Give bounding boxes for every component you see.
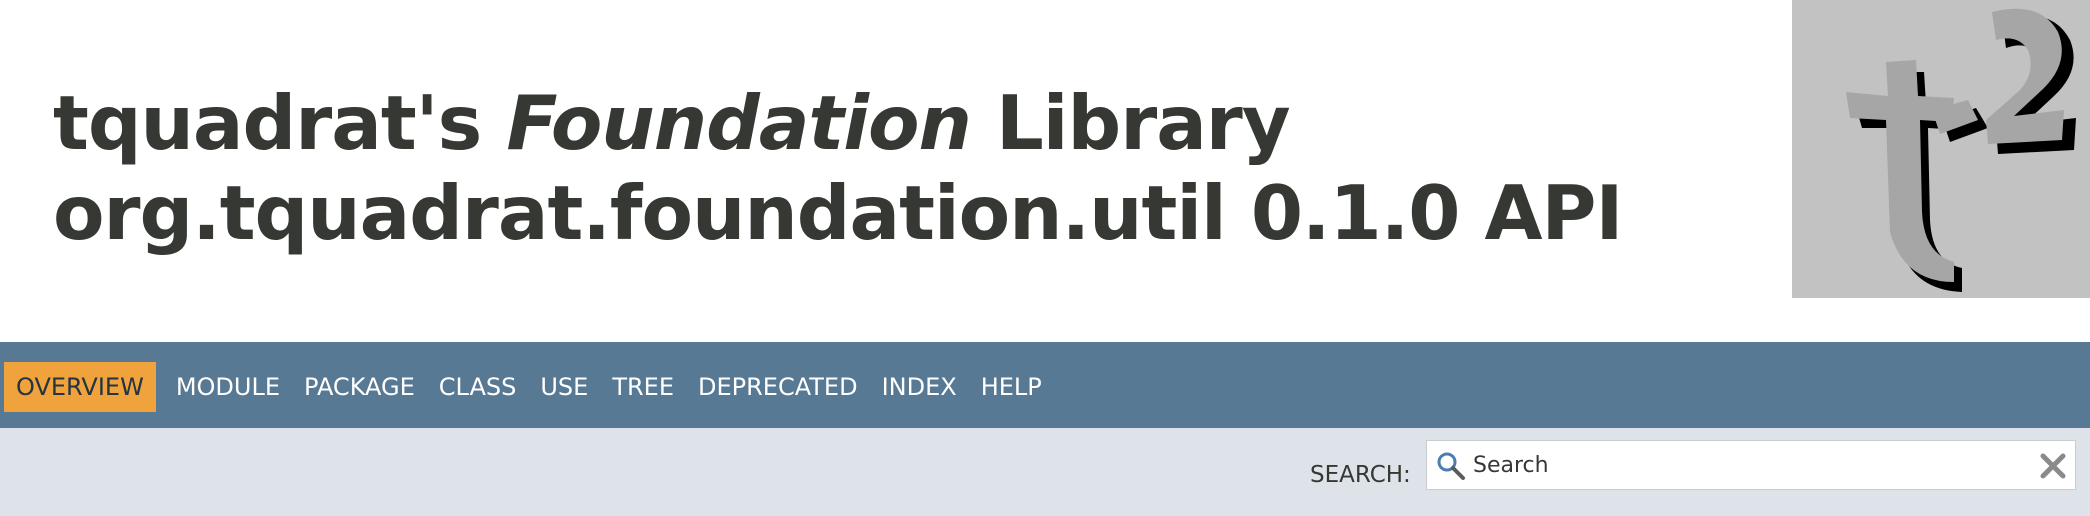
top-navbar: OVERVIEW MODULE PACKAGE CLASS USE TREE D… xyxy=(0,342,2090,428)
nav-link-class[interactable]: CLASS xyxy=(427,362,529,412)
tq-logo-icon xyxy=(1792,0,2090,298)
close-icon[interactable] xyxy=(2037,450,2069,482)
search-label: SEARCH: xyxy=(1310,462,1411,488)
api-subtitle: org.tquadrat.foundation.util 0.1.0 API xyxy=(53,169,1623,257)
nav-tab-overview[interactable]: OVERVIEW xyxy=(4,362,156,412)
library-title-suffix: Library xyxy=(970,79,1291,167)
nav-link-deprecated[interactable]: DEPRECATED xyxy=(686,362,870,412)
page-header: tquadrat's Foundation Library org.tquadr… xyxy=(0,0,2090,342)
nav-link-package[interactable]: PACKAGE xyxy=(292,362,427,412)
page-title: tquadrat's Foundation Library org.tquadr… xyxy=(53,78,1623,258)
nav-list: OVERVIEW MODULE PACKAGE CLASS USE TREE D… xyxy=(4,362,1054,412)
nav-link-index[interactable]: INDEX xyxy=(870,362,969,412)
search-input[interactable] xyxy=(1469,441,2029,489)
nav-link-tree[interactable]: TREE xyxy=(600,362,686,412)
nav-link-use[interactable]: USE xyxy=(528,362,600,412)
sub-navbar: SEARCH: xyxy=(0,428,2090,516)
library-title-prefix: tquadrat's xyxy=(53,79,507,167)
search-box xyxy=(1426,440,2076,490)
library-title: tquadrat's Foundation Library xyxy=(53,78,1622,168)
search-icon xyxy=(1435,450,1467,482)
library-title-emphasis: Foundation xyxy=(506,79,971,167)
nav-link-module[interactable]: MODULE xyxy=(164,362,292,412)
nav-link-help[interactable]: HELP xyxy=(969,362,1054,412)
